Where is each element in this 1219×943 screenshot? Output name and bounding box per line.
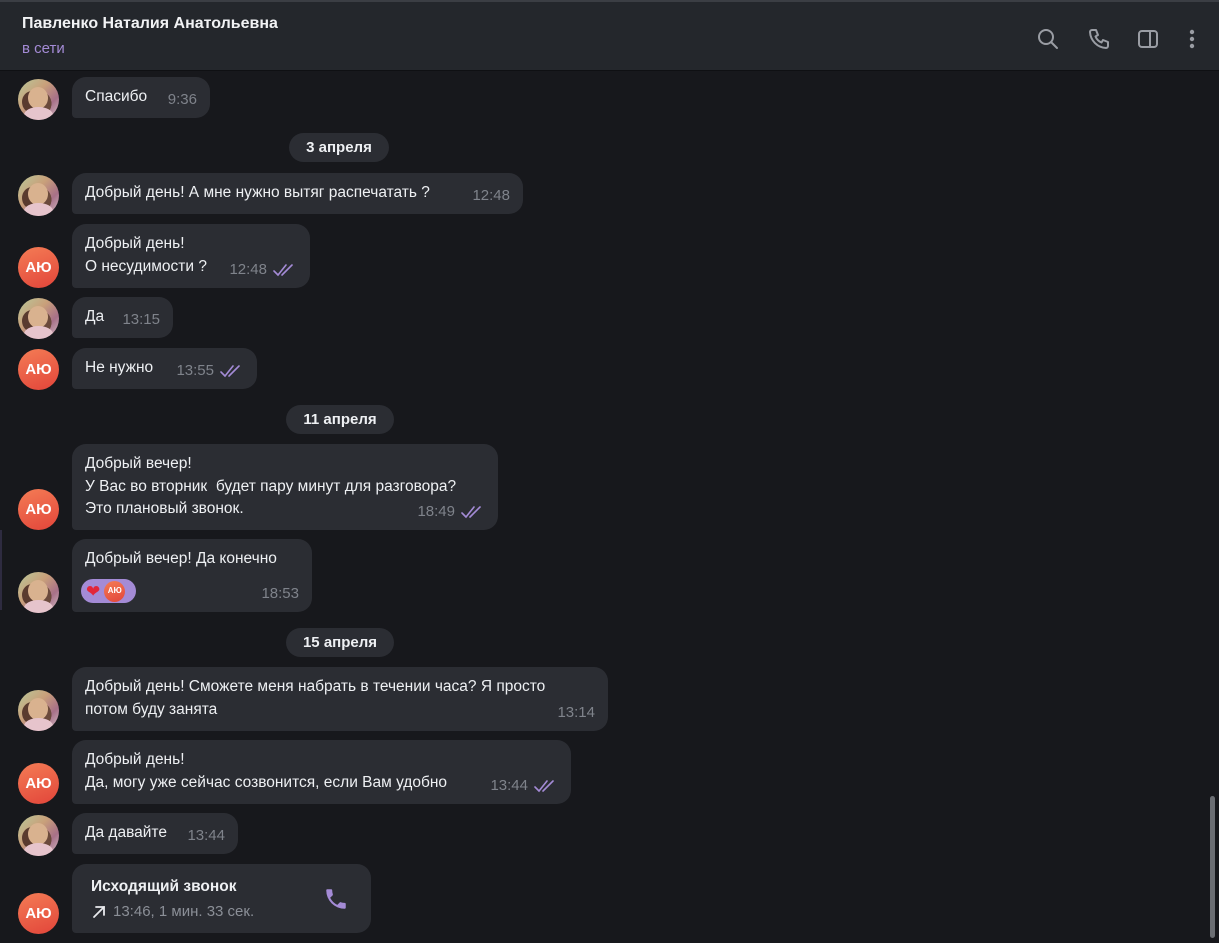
my-avatar[interactable]: АЮ	[18, 247, 59, 288]
message-time: 13:44	[490, 776, 528, 794]
message-time: 13:55	[176, 361, 214, 379]
search-icon[interactable]	[1036, 27, 1060, 51]
message-time: 13:14	[557, 703, 595, 721]
message-bubble[interactable]: Добрый день! Да, могу уже сейчас созвони…	[72, 740, 571, 804]
date-separator: 3 апреля	[289, 133, 389, 162]
scrollbar-thumb[interactable]	[1210, 796, 1215, 938]
chat-header: Павленко Наталия Анатольевна в сети	[0, 2, 1219, 71]
heart-icon: ❤	[86, 581, 101, 601]
contact-avatar[interactable]	[18, 690, 59, 731]
message-time: 9:36	[167, 90, 197, 108]
contact-avatar[interactable]	[18, 572, 59, 613]
message-time: 13:44	[187, 826, 225, 844]
message-bubble[interactable]: Спасибо 9:36	[72, 77, 210, 118]
left-edge-accent	[0, 530, 2, 610]
message-text: Да давайте	[85, 824, 167, 841]
chat-title[interactable]: Павленко Наталия Анатольевна	[22, 15, 278, 33]
contact-avatar[interactable]	[18, 175, 59, 216]
message-bubble[interactable]: Добрый день! Сможете меня набрать в тече…	[72, 667, 608, 731]
message-time: 13:15	[122, 310, 160, 328]
call-details: 13:46, 1 мин. 33 сек.	[113, 903, 255, 920]
my-avatar[interactable]: АЮ	[18, 349, 59, 390]
message-bubble[interactable]: Добрый вечер! Да конечно ❤ АЮ 18:53	[72, 539, 312, 612]
online-status: в сети	[22, 40, 65, 57]
read-checkmarks-icon	[461, 505, 481, 518]
message-time: 12:48	[229, 260, 267, 278]
more-vertical-icon[interactable]	[1180, 27, 1204, 51]
call-back-phone-icon[interactable]	[323, 886, 349, 912]
sidebar-toggle-icon[interactable]	[1136, 27, 1160, 51]
message-time: 12:48	[472, 186, 510, 204]
message-text: Добрый вечер! Да конечно	[85, 550, 277, 567]
message-text: Добрый вечер! У Вас во вторник будет пар…	[85, 455, 457, 517]
read-checkmarks-icon	[273, 263, 293, 276]
message-text: Да	[85, 308, 105, 325]
phone-icon[interactable]	[1087, 27, 1111, 51]
my-avatar[interactable]: АЮ	[18, 489, 59, 530]
call-title: Исходящий звонок	[91, 878, 237, 895]
message-bubble[interactable]: Не нужно 13:55	[72, 348, 257, 389]
date-separator: 15 апреля	[286, 628, 394, 657]
message-bubble[interactable]: Добрый день! А мне нужно вытяг распечата…	[72, 173, 523, 214]
message-text: Добрый день! О несудимости ?	[85, 235, 207, 275]
read-checkmarks-icon	[220, 364, 240, 377]
read-checkmarks-icon	[534, 779, 554, 792]
contact-avatar[interactable]	[18, 79, 59, 120]
message-bubble[interactable]: Добрый день! О несудимости ? 12:48	[72, 224, 310, 288]
message-text: Добрый день! А мне нужно вытяг распечата…	[85, 184, 430, 201]
message-text: Спасибо	[85, 88, 148, 105]
message-bubble[interactable]: Добрый вечер! У Вас во вторник будет пар…	[72, 444, 498, 530]
reaction-author-avatar: АЮ	[104, 580, 126, 602]
contact-avatar[interactable]	[18, 815, 59, 856]
date-separator: 11 апреля	[286, 405, 394, 434]
contact-avatar[interactable]	[18, 298, 59, 339]
my-avatar[interactable]: АЮ	[18, 763, 59, 804]
message-text: Не нужно	[85, 359, 154, 376]
message-bubble[interactable]: Да 13:15	[72, 297, 173, 338]
reaction-badge[interactable]: ❤ АЮ	[81, 579, 136, 603]
message-text: Добрый день! Сможете меня набрать в тече…	[85, 678, 546, 718]
message-time: 18:49	[417, 502, 455, 520]
call-message-bubble[interactable]: Исходящий звонок 13:46, 1 мин. 33 сек.	[72, 864, 371, 933]
message-time: 18:53	[261, 584, 299, 602]
my-avatar[interactable]: АЮ	[18, 893, 59, 934]
outgoing-arrow-icon	[93, 906, 105, 919]
message-text: Добрый день! Да, могу уже сейчас созвони…	[85, 751, 448, 791]
message-bubble[interactable]: Да давайте 13:44	[72, 813, 238, 854]
